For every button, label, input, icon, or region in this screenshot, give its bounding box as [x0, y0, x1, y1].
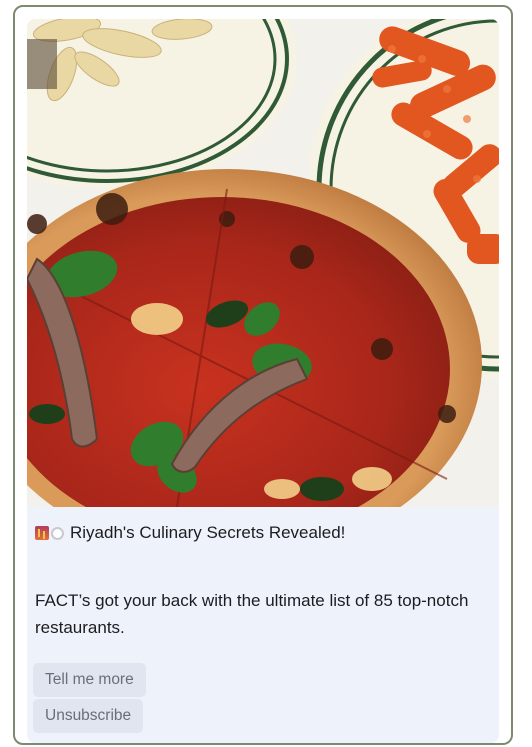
- chat-message: Riyadh's Culinary Secrets Revealed! FACT…: [27, 19, 499, 743]
- city-sunset-icon: [35, 526, 49, 540]
- tell-me-more-button[interactable]: Tell me more: [33, 663, 146, 697]
- message-headline: Riyadh's Culinary Secrets Revealed!: [35, 523, 345, 543]
- headline-text: Riyadh's Culinary Secrets Revealed!: [70, 523, 346, 542]
- food-photo[interactable]: [27, 19, 499, 507]
- plate-cutlery-icon: [51, 526, 64, 540]
- message-body: FACT’s got your back with the ultimate l…: [35, 591, 469, 637]
- message-card: Riyadh's Culinary Secrets Revealed! FACT…: [13, 5, 513, 745]
- headline-emoji: [35, 526, 64, 540]
- unsubscribe-button[interactable]: Unsubscribe: [33, 699, 144, 733]
